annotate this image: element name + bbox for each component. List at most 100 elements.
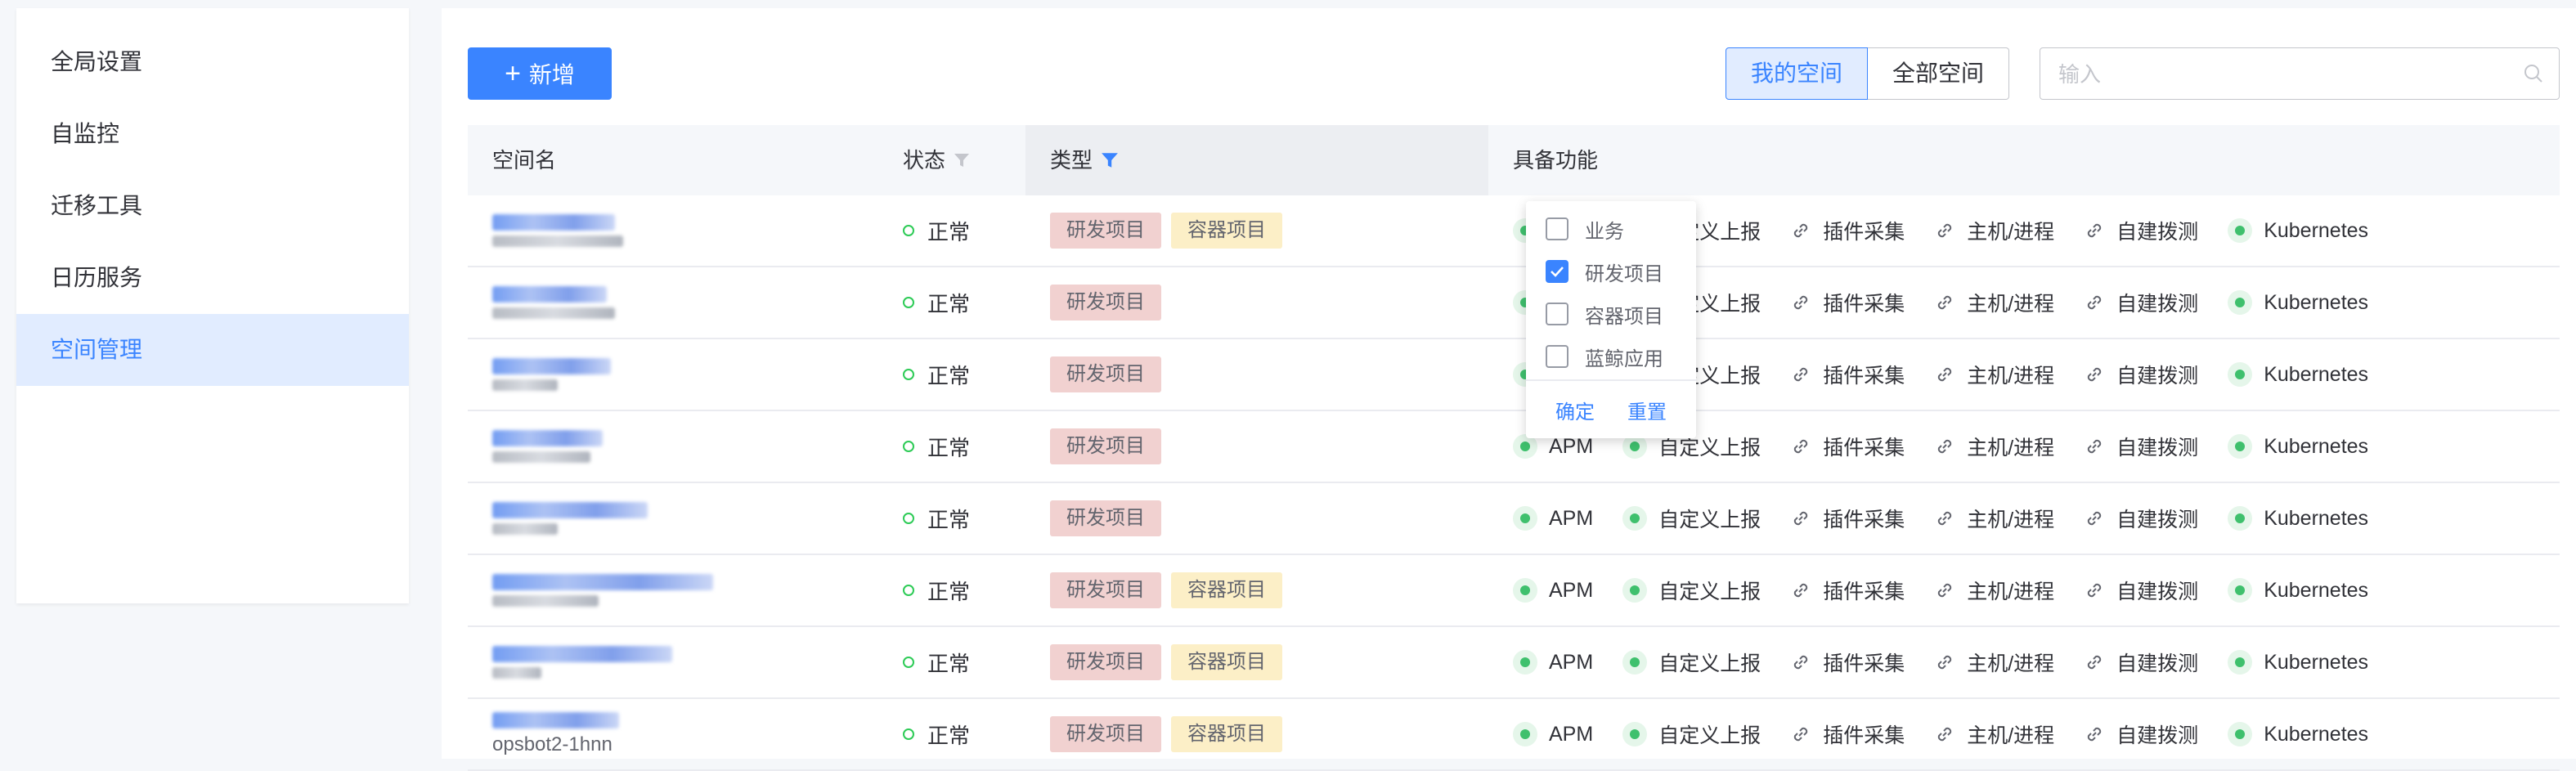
sidebar-item-global-settings[interactable]: 全局设置 bbox=[16, 26, 409, 98]
space-name[interactable] bbox=[492, 646, 672, 679]
feature-item[interactable]: 自建拨测 bbox=[2084, 648, 2198, 677]
link-icon bbox=[1934, 724, 1955, 745]
space-name[interactable]: opsbot2-1hnn bbox=[492, 712, 619, 756]
status-dot-icon bbox=[2228, 218, 2253, 243]
feature-item[interactable]: 主机/进程 bbox=[1934, 216, 2054, 245]
feature-item[interactable]: 插件采集 bbox=[1790, 719, 1905, 749]
feature-item[interactable]: 自建拨测 bbox=[2084, 504, 2198, 533]
link-icon bbox=[2084, 220, 2105, 241]
search-icon[interactable] bbox=[2523, 63, 2544, 88]
space-name-cell bbox=[468, 267, 878, 338]
space-name[interactable] bbox=[492, 358, 611, 391]
filter-reset-button[interactable]: 重置 bbox=[1627, 396, 1667, 424]
status-dot-icon bbox=[2228, 578, 2253, 603]
checkbox-checked[interactable] bbox=[1546, 260, 1568, 283]
checkbox[interactable] bbox=[1546, 345, 1568, 368]
feature-item[interactable]: 主机/进程 bbox=[1934, 504, 2054, 533]
table-row[interactable]: 正常研发项目容器项目APM自定义上报插件采集主机/进程自建拨测Kubernete… bbox=[468, 195, 2560, 267]
add-button[interactable]: + 新增 bbox=[468, 47, 612, 100]
feature-item: Kubernetes bbox=[2228, 434, 2368, 459]
feature-item[interactable]: 插件采集 bbox=[1790, 432, 1905, 461]
filter-option-rd-project[interactable]: 研发项目 bbox=[1526, 250, 1696, 293]
feature-item[interactable]: 自建拨测 bbox=[2084, 432, 2198, 461]
add-button-label: 新增 bbox=[528, 62, 575, 87]
feature-label: 主机/进程 bbox=[1967, 724, 2055, 747]
status-text: 正常 bbox=[927, 723, 971, 748]
table-row[interactable]: 正常研发项目APM自定义上报插件采集主机/进程自建拨测Kubernetes bbox=[468, 483, 2560, 555]
space-name[interactable] bbox=[492, 430, 603, 463]
table-row[interactable]: opsbot2-1hnn 正常 研发项目 容器项目 APM 自定义上报 插件采集 主机/进程 自… bbox=[468, 699, 2560, 771]
feature-item[interactable]: 插件采集 bbox=[1790, 576, 1905, 605]
space-name[interactable] bbox=[492, 502, 648, 535]
sidebar-item-space-management[interactable]: 空间管理 bbox=[16, 314, 409, 386]
space-name[interactable] bbox=[492, 286, 615, 319]
status-dot-icon bbox=[1622, 506, 1648, 531]
status-badge: 正常 bbox=[903, 576, 970, 606]
space-name[interactable] bbox=[492, 214, 623, 247]
feature-label: 自建拨测 bbox=[2116, 580, 2199, 603]
link-icon bbox=[1790, 364, 1811, 385]
feature-item[interactable]: 自建拨测 bbox=[2084, 719, 2198, 749]
feature-item[interactable]: 主机/进程 bbox=[1934, 576, 2054, 605]
all-space-button[interactable]: 全部空间 bbox=[1868, 47, 2010, 100]
feature-item[interactable]: 插件采集 bbox=[1790, 648, 1905, 677]
filter-option-bk-app[interactable]: 蓝鲸应用 bbox=[1526, 335, 1696, 378]
feature-item[interactable]: 插件采集 bbox=[1790, 360, 1905, 389]
feature-item: APM bbox=[1513, 506, 1593, 531]
feature-label: Kubernetes bbox=[2264, 578, 2369, 602]
my-space-button[interactable]: 我的空间 bbox=[1726, 47, 1869, 100]
header-type-label: 类型 bbox=[1050, 148, 1093, 173]
feature-item[interactable]: 插件采集 bbox=[1790, 504, 1905, 533]
filter-confirm-button[interactable]: 确定 bbox=[1555, 396, 1595, 424]
feature-item[interactable]: 插件采集 bbox=[1790, 288, 1905, 317]
link-icon bbox=[2084, 724, 2105, 745]
filter-active-icon[interactable] bbox=[1101, 151, 1119, 169]
sidebar-item-calendar-service[interactable]: 日历服务 bbox=[16, 242, 409, 314]
link-icon bbox=[2084, 508, 2105, 529]
feature-label: Kubernetes bbox=[2264, 506, 2369, 530]
table-row[interactable]: 正常研发项目APM自定义上报插件采集主机/进程自建拨测Kubernetes bbox=[468, 411, 2560, 483]
space-name[interactable] bbox=[492, 574, 713, 607]
feature-label: 自定义上报 bbox=[1658, 580, 1761, 603]
link-icon bbox=[2084, 292, 2105, 313]
feature-item: Kubernetes bbox=[2228, 578, 2368, 603]
feature-label: 主机/进程 bbox=[1967, 509, 2055, 531]
table-row[interactable]: 正常研发项目APM自定义上报插件采集主机/进程自建拨测Kubernetes bbox=[468, 339, 2560, 411]
sidebar-item-self-monitor[interactable]: 自监控 bbox=[16, 98, 409, 170]
filter-icon[interactable] bbox=[954, 152, 970, 168]
feature-item[interactable]: 自建拨测 bbox=[2084, 216, 2198, 245]
feature-item[interactable]: 自建拨测 bbox=[2084, 576, 2198, 605]
feature-item: 自定义上报 bbox=[1622, 648, 1761, 677]
link-icon bbox=[1934, 292, 1955, 313]
feature-item[interactable]: 主机/进程 bbox=[1934, 719, 2054, 749]
filter-option-label: 业务 bbox=[1585, 220, 1624, 243]
status-dot-icon bbox=[903, 585, 914, 596]
feature-item[interactable]: 主机/进程 bbox=[1934, 288, 2054, 317]
link-icon bbox=[1934, 364, 1955, 385]
feature-label: 自建拨测 bbox=[2116, 293, 2199, 316]
status-dot-icon bbox=[903, 225, 914, 236]
feature-label: 插件采集 bbox=[1823, 580, 1905, 603]
checkbox[interactable] bbox=[1546, 303, 1568, 325]
filter-option-business[interactable]: 业务 bbox=[1526, 208, 1696, 250]
feature-label: 主机/进程 bbox=[1967, 293, 2055, 316]
status-badge: 正常 bbox=[903, 360, 970, 390]
feature-item[interactable]: 主机/进程 bbox=[1934, 360, 2054, 389]
feature-item[interactable]: 自建拨测 bbox=[2084, 360, 2198, 389]
feature-label: Kubernetes bbox=[2264, 650, 2369, 674]
feature-item[interactable]: 主机/进程 bbox=[1934, 432, 2054, 461]
table-row[interactable]: 正常研发项目APM自定义上报插件采集主机/进程自建拨测Kubernetes bbox=[468, 267, 2560, 339]
search-input[interactable] bbox=[2057, 60, 2502, 89]
table-row[interactable]: 正常研发项目容器项目APM自定义上报插件采集主机/进程自建拨测Kubernete… bbox=[468, 627, 2560, 699]
checkbox[interactable] bbox=[1546, 217, 1568, 240]
feature-item[interactable]: 自建拨测 bbox=[2084, 288, 2198, 317]
header-name-label: 空间名 bbox=[492, 148, 557, 173]
feature-item[interactable]: 主机/进程 bbox=[1934, 648, 2054, 677]
filter-option-container-project[interactable]: 容器项目 bbox=[1526, 293, 1696, 335]
features-cell: APM 自定义上报 插件采集 主机/进程 自建拨测 Kubernetes bbox=[1488, 699, 2560, 769]
status-dot-icon bbox=[903, 657, 914, 668]
sidebar-item-migration-tool[interactable]: 迁移工具 bbox=[16, 170, 409, 242]
table-row[interactable]: 正常研发项目容器项目APM自定义上报插件采集主机/进程自建拨测Kubernete… bbox=[468, 555, 2560, 627]
feature-item[interactable]: 插件采集 bbox=[1790, 216, 1905, 245]
status-cell: 正常 bbox=[878, 627, 1025, 697]
